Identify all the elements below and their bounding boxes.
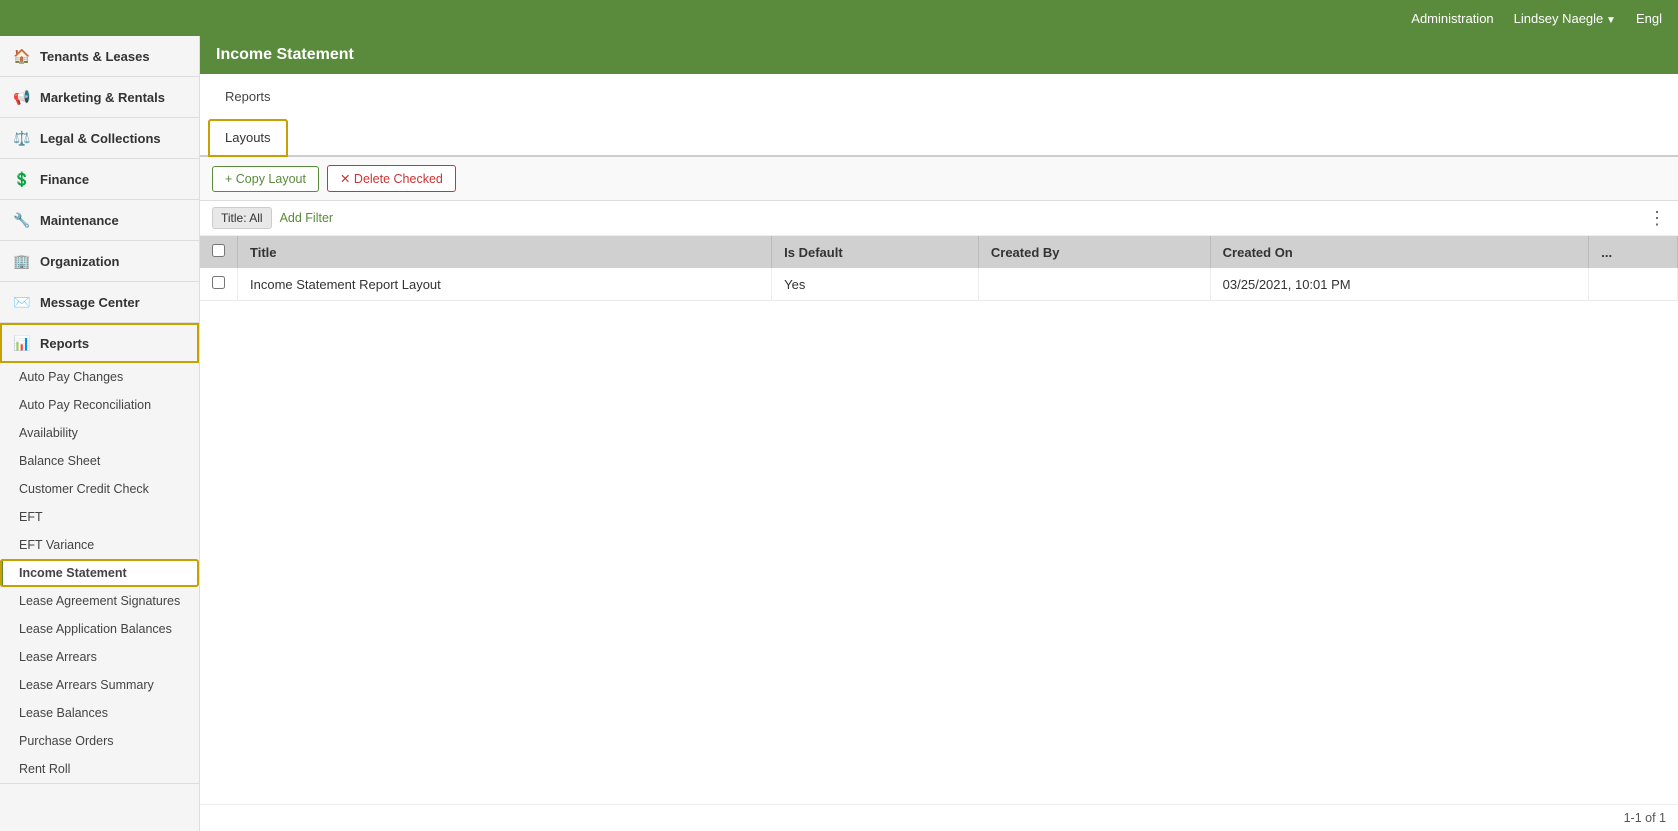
row-title: Income Statement Report Layout: [238, 268, 772, 301]
sidebar-item-auto-pay-reconciliation[interactable]: Auto Pay Reconciliation: [0, 391, 199, 419]
finance-icon: 💲: [12, 169, 32, 189]
sidebar-section-header-maintenance[interactable]: 🔧 Maintenance: [0, 200, 199, 240]
sidebar-section-legal-collections: ⚖️ Legal & Collections: [0, 118, 199, 159]
sidebar-item-auto-pay-changes[interactable]: Auto Pay Changes: [0, 363, 199, 391]
sidebar-section-header-finance[interactable]: 💲 Finance: [0, 159, 199, 199]
sidebar-section-label-marketing-rentals: Marketing & Rentals: [40, 90, 165, 105]
sidebar-section-maintenance: 🔧 Maintenance: [0, 200, 199, 241]
table-row: Income Statement Report Layout Yes 03/25…: [200, 268, 1678, 301]
reports-icon: 📊: [12, 333, 32, 353]
page-header: Income Statement: [200, 36, 1678, 74]
sidebar-section-label-finance: Finance: [40, 172, 89, 187]
sidebar-item-availability[interactable]: Availability: [0, 419, 199, 447]
sidebar-item-eft-variance[interactable]: EFT Variance: [0, 531, 199, 559]
sidebar-section-label-legal-collections: Legal & Collections: [40, 131, 161, 146]
sidebar-item-lease-balances[interactable]: Lease Balances: [0, 699, 199, 727]
tab-layouts[interactable]: Layouts: [208, 119, 288, 157]
sidebar-section-label-message-center: Message Center: [40, 295, 140, 310]
sidebar-section-header-legal-collections[interactable]: ⚖️ Legal & Collections: [0, 118, 199, 158]
sidebar-reports-label: Reports: [40, 336, 89, 351]
filter-options-icon[interactable]: ⋮: [1648, 208, 1666, 229]
topbar: Administration Lindsey Naegle Engl: [0, 0, 1678, 36]
sidebar-section-header-message-center[interactable]: ✉️ Message Center: [0, 282, 199, 322]
sidebar-item-lease-agreement-signatures[interactable]: Lease Agreement Signatures: [0, 587, 199, 615]
column-checkbox: [200, 236, 238, 268]
sidebar-section-label-organization: Organization: [40, 254, 119, 269]
layouts-table: Title Is Default Created By Created On .…: [200, 236, 1678, 301]
select-all-checkbox[interactable]: [212, 244, 225, 257]
pagination-bar: 1-1 of 1: [200, 804, 1678, 831]
page-title: Income Statement: [216, 46, 354, 63]
sidebar-item-balance-sheet[interactable]: Balance Sheet: [0, 447, 199, 475]
sidebar-section-finance: 💲 Finance: [0, 159, 199, 200]
sidebar-reports-header[interactable]: 📊 Reports: [0, 323, 199, 363]
sidebar-section-header-tenants-leases[interactable]: 🏠 Tenants & Leases: [0, 36, 199, 76]
column-created-on: Created On: [1210, 236, 1589, 268]
column-title: Title: [238, 236, 772, 268]
sidebar-item-lease-application-balances[interactable]: Lease Application Balances: [0, 615, 199, 643]
sidebar-section-label-maintenance: Maintenance: [40, 213, 119, 228]
toolbar: + Copy Layout ✕ Delete Checked: [200, 157, 1678, 201]
row-is-default: Yes: [772, 268, 979, 301]
user-menu[interactable]: Lindsey Naegle: [1514, 11, 1616, 26]
legal-collections-icon: ⚖️: [12, 128, 32, 148]
sidebar: 🏠 Tenants & Leases 📢 Marketing & Rentals…: [0, 36, 200, 831]
marketing-rentals-icon: 📢: [12, 87, 32, 107]
column-actions: ...: [1589, 236, 1678, 268]
sidebar-item-income-statement[interactable]: Income Statement: [0, 559, 199, 587]
administration-link[interactable]: Administration: [1411, 11, 1493, 26]
pagination-label: 1-1 of 1: [1624, 811, 1666, 825]
sidebar-section-marketing-rentals: 📢 Marketing & Rentals: [0, 77, 199, 118]
copy-layout-button[interactable]: + Copy Layout: [212, 166, 319, 192]
sidebar-item-purchase-orders[interactable]: Purchase Orders: [0, 727, 199, 755]
organization-icon: 🏢: [12, 251, 32, 271]
row-created-by: [978, 268, 1210, 301]
column-created-by: Created By: [978, 236, 1210, 268]
row-checkbox[interactable]: [212, 276, 225, 289]
sidebar-item-lease-arrears-summary[interactable]: Lease Arrears Summary: [0, 671, 199, 699]
filter-bar: Title: All Add Filter ⋮: [200, 201, 1678, 236]
tabs-bar: Reports Layouts: [200, 74, 1678, 157]
sidebar-section-organization: 🏢 Organization: [0, 241, 199, 282]
column-is-default: Is Default: [772, 236, 979, 268]
sidebar-item-customer-credit-check[interactable]: Customer Credit Check: [0, 475, 199, 503]
add-filter-link[interactable]: Add Filter: [280, 211, 334, 225]
tab-reports[interactable]: Reports: [208, 78, 288, 115]
table-header-row: Title Is Default Created By Created On .…: [200, 236, 1678, 268]
table-wrapper: Title Is Default Created By Created On .…: [200, 236, 1678, 804]
filter-tag-title[interactable]: Title: All: [212, 207, 272, 229]
sidebar-section-header-organization[interactable]: 🏢 Organization: [0, 241, 199, 281]
sidebar-section-header-marketing-rentals[interactable]: 📢 Marketing & Rentals: [0, 77, 199, 117]
sidebar-section-reports: 📊 Reports Auto Pay ChangesAuto Pay Recon…: [0, 323, 199, 784]
row-created-on: 03/25/2021, 10:01 PM: [1210, 268, 1589, 301]
row-actions-cell: [1589, 268, 1678, 301]
language-selector[interactable]: Engl: [1636, 11, 1662, 26]
message-center-icon: ✉️: [12, 292, 32, 312]
sidebar-item-rent-roll[interactable]: Rent Roll: [0, 755, 199, 783]
main-content: Income Statement Reports Layouts + Copy L…: [200, 36, 1678, 831]
sidebar-item-lease-arrears[interactable]: Lease Arrears: [0, 643, 199, 671]
maintenance-icon: 🔧: [12, 210, 32, 230]
sidebar-item-eft[interactable]: EFT: [0, 503, 199, 531]
sidebar-section-tenants-leases: 🏠 Tenants & Leases: [0, 36, 199, 77]
tenants-leases-icon: 🏠: [12, 46, 32, 66]
sidebar-section-message-center: ✉️ Message Center: [0, 282, 199, 323]
delete-checked-button[interactable]: ✕ Delete Checked: [327, 165, 456, 192]
row-checkbox-cell: [200, 268, 238, 301]
sidebar-section-label-tenants-leases: Tenants & Leases: [40, 49, 150, 64]
